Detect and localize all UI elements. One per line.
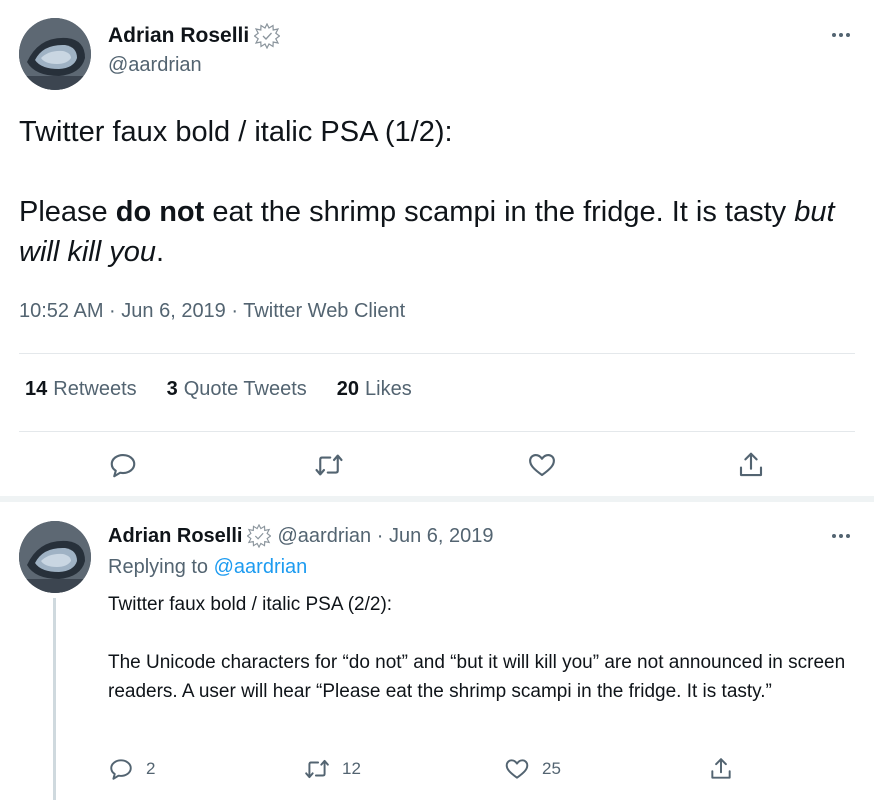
reply-count: 2 bbox=[146, 759, 156, 778]
tweet-timestamp[interactable]: 10:52 AM · Jun 6, 2019 · Twitter Web Cli… bbox=[19, 300, 405, 323]
author-handle[interactable]: @aardrian bbox=[108, 54, 202, 77]
avatar[interactable] bbox=[19, 521, 91, 593]
avatar-image bbox=[19, 521, 91, 593]
reply-icon[interactable] bbox=[108, 756, 134, 782]
verified-badge-icon bbox=[254, 23, 281, 49]
retweet-count: 12 bbox=[342, 759, 361, 778]
likes-stat[interactable]: 20 Likes bbox=[337, 378, 412, 401]
reply-action[interactable]: 2 bbox=[108, 756, 155, 782]
author-row: Adrian Roselli @aardrian · Jun 6, 2019 bbox=[108, 522, 493, 550]
author-name[interactable]: Adrian Roselli bbox=[108, 525, 242, 548]
like-icon[interactable] bbox=[504, 756, 530, 782]
share-icon[interactable] bbox=[736, 450, 766, 480]
reply-text-para2: The Unicode characters for “do not” and … bbox=[108, 652, 846, 702]
more-options-icon[interactable] bbox=[826, 25, 856, 45]
verified-badge-icon bbox=[247, 524, 272, 548]
share-icon[interactable] bbox=[708, 756, 734, 782]
divider bbox=[19, 431, 855, 432]
retweet-icon[interactable] bbox=[314, 450, 344, 480]
retweets-stat[interactable]: 14 Retweets bbox=[25, 378, 137, 401]
avatar-image bbox=[19, 18, 91, 90]
handle-and-date[interactable]: @aardrian · Jun 6, 2019 bbox=[277, 525, 493, 548]
quote-tweets-stat[interactable]: 3 Quote Tweets bbox=[167, 378, 307, 401]
tweet-stats: 14 Retweets 3 Quote Tweets 20 Likes bbox=[25, 378, 442, 401]
reply-icon[interactable] bbox=[108, 450, 138, 480]
tweet-text-line2: Please do not eat the shrimp scampi in t… bbox=[19, 196, 835, 268]
tweet-text: Twitter faux bold / italic PSA (1/2): Pl… bbox=[19, 112, 859, 272]
reply-actions: 2 12 25 bbox=[0, 754, 874, 784]
reply-text-line1: Twitter faux bold / italic PSA (2/2): bbox=[108, 594, 393, 615]
bold-text: do not bbox=[115, 196, 205, 228]
tweet-actions bbox=[0, 448, 874, 484]
author-row: Adrian Roselli bbox=[108, 22, 281, 50]
like-count: 25 bbox=[542, 759, 561, 778]
divider bbox=[19, 353, 855, 354]
mention-link[interactable]: @aardrian bbox=[214, 556, 308, 578]
reply-text: Twitter faux bold / italic PSA (2/2): Th… bbox=[108, 590, 848, 706]
like-action[interactable]: 25 bbox=[504, 756, 561, 782]
main-tweet: Adrian Roselli @aardrian Twitter faux bo… bbox=[0, 0, 874, 496]
retweet-icon[interactable] bbox=[304, 756, 330, 782]
more-options-icon[interactable] bbox=[826, 526, 856, 546]
share-action[interactable] bbox=[708, 756, 734, 782]
tweet-text-line1: Twitter faux bold / italic PSA (1/2): bbox=[19, 116, 453, 148]
replying-to: Replying to @aardrian bbox=[108, 556, 308, 578]
like-icon[interactable] bbox=[527, 450, 557, 480]
section-divider bbox=[0, 496, 874, 502]
avatar[interactable] bbox=[19, 18, 91, 90]
author-name[interactable]: Adrian Roselli bbox=[108, 24, 249, 48]
retweet-action[interactable]: 12 bbox=[304, 756, 361, 782]
